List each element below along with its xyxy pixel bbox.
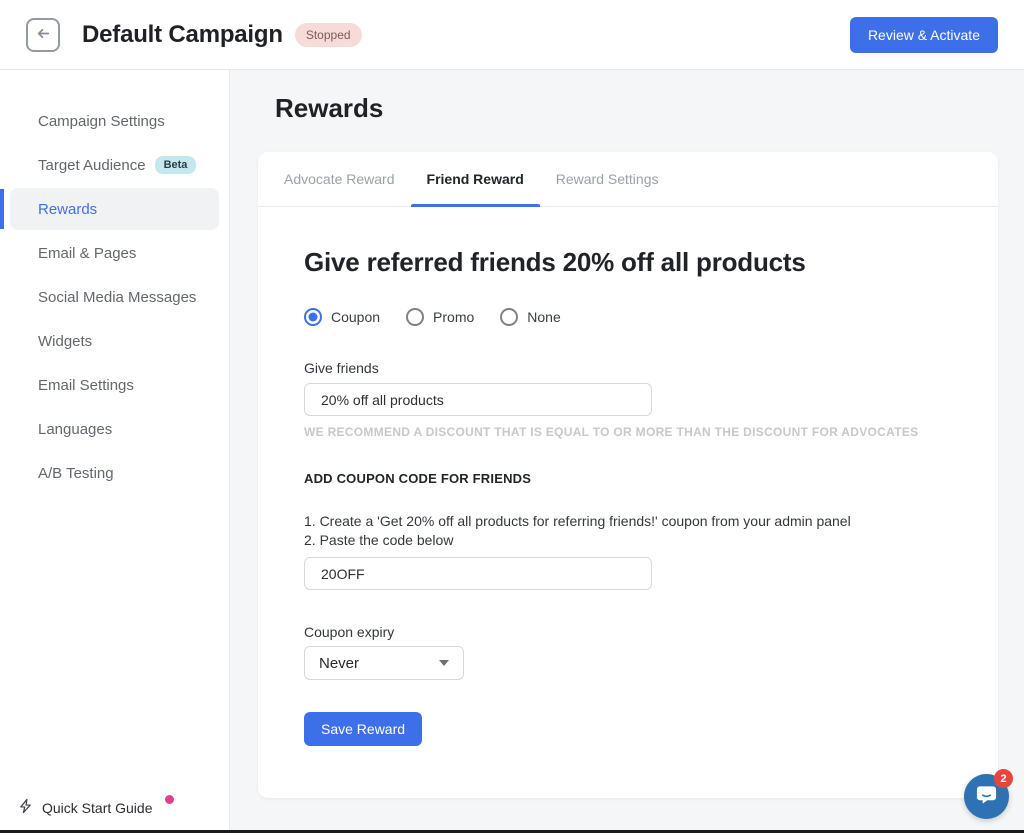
sidebar-nav: Campaign Settings Target Audience Beta R…	[0, 70, 229, 494]
sidebar-item-campaign-settings[interactable]: Campaign Settings	[10, 100, 219, 142]
tab-advocate-reward[interactable]: Advocate Reward	[268, 152, 411, 206]
tab-label: Advocate Reward	[284, 171, 395, 187]
friend-reward-form: Give referred friends 20% off all produc…	[258, 247, 998, 746]
caret-down-icon	[439, 660, 449, 666]
discount-hint: WE RECOMMEND A DISCOUNT THAT IS EQUAL TO…	[304, 425, 952, 439]
tab-friend-reward[interactable]: Friend Reward	[411, 152, 540, 206]
sidebar: Campaign Settings Target Audience Beta R…	[0, 70, 230, 830]
review-activate-button[interactable]: Review & Activate	[850, 17, 998, 53]
radio-label: None	[527, 309, 560, 325]
active-item-indicator	[0, 189, 4, 229]
quick-start-guide-link[interactable]: Quick Start Guide	[18, 798, 174, 817]
coupon-instructions: 1. Create a 'Get 20% off all products fo…	[304, 512, 952, 550]
sidebar-item-label: Widgets	[38, 333, 92, 350]
tab-reward-settings[interactable]: Reward Settings	[540, 152, 675, 206]
sidebar-item-email-settings[interactable]: Email Settings	[10, 364, 219, 406]
beta-badge: Beta	[155, 156, 197, 174]
notification-dot	[165, 795, 174, 804]
give-friends-label: Give friends	[304, 360, 952, 376]
radio-option-promo[interactable]: Promo	[406, 308, 474, 326]
coupon-expiry-label: Coupon expiry	[304, 624, 952, 640]
page-title: Rewards	[275, 93, 1024, 124]
radio-label: Promo	[433, 309, 474, 325]
sidebar-item-label: A/B Testing	[38, 465, 114, 482]
radio-option-coupon[interactable]: Coupon	[304, 308, 380, 326]
main-content: Rewards Advocate Reward Friend Reward Re…	[230, 70, 1024, 830]
sidebar-item-label: Social Media Messages	[38, 289, 196, 306]
give-friends-input[interactable]	[304, 383, 652, 416]
sidebar-item-label: Email & Pages	[38, 245, 136, 262]
back-button[interactable]	[26, 18, 60, 52]
coupon-expiry-value: Never	[319, 655, 359, 672]
lightning-bolt-icon	[18, 798, 33, 817]
tab-label: Reward Settings	[556, 171, 659, 187]
radio-none[interactable]	[500, 308, 518, 326]
status-badge: Stopped	[295, 23, 362, 47]
radio-option-none[interactable]: None	[500, 308, 560, 326]
form-heading: Give referred friends 20% off all produc…	[304, 247, 952, 278]
reward-type-radio-group: Coupon Promo None	[304, 308, 952, 326]
radio-label: Coupon	[331, 309, 380, 325]
tab-bar: Advocate Reward Friend Reward Reward Set…	[258, 152, 998, 207]
sidebar-item-languages[interactable]: Languages	[10, 408, 219, 450]
app-header: Default Campaign Stopped Review & Activa…	[0, 0, 1024, 70]
coupon-step-2: 2. Paste the code below	[304, 531, 952, 550]
radio-coupon-selected[interactable]	[304, 308, 322, 326]
sidebar-item-label: Languages	[38, 421, 112, 438]
coupon-section-heading: ADD COUPON CODE FOR FRIENDS	[304, 471, 952, 486]
quick-start-guide-label: Quick Start Guide	[42, 800, 153, 816]
sidebar-item-email-pages[interactable]: Email & Pages	[10, 232, 219, 274]
sidebar-item-ab-testing[interactable]: A/B Testing	[10, 452, 219, 494]
sidebar-item-label: Target Audience	[38, 157, 146, 174]
chat-unread-badge: 2	[994, 769, 1013, 788]
chat-bubble-icon	[975, 783, 998, 811]
coupon-step-1: 1. Create a 'Get 20% off all products fo…	[304, 512, 952, 531]
rewards-card: Advocate Reward Friend Reward Reward Set…	[258, 152, 998, 798]
sidebar-item-social-media-messages[interactable]: Social Media Messages	[10, 276, 219, 318]
radio-promo[interactable]	[406, 308, 424, 326]
save-reward-button[interactable]: Save Reward	[304, 712, 422, 746]
active-tab-underline	[411, 204, 540, 207]
sidebar-item-label: Campaign Settings	[38, 113, 165, 130]
sidebar-item-rewards[interactable]: Rewards	[10, 188, 219, 230]
sidebar-item-target-audience[interactable]: Target Audience Beta	[10, 144, 219, 186]
sidebar-item-label: Rewards	[38, 201, 97, 218]
sidebar-item-label: Email Settings	[38, 377, 134, 394]
sidebar-item-widgets[interactable]: Widgets	[10, 320, 219, 362]
chat-launcher-button[interactable]: 2	[964, 774, 1009, 819]
coupon-expiry-select[interactable]: Never	[304, 646, 464, 680]
tab-label: Friend Reward	[427, 171, 524, 187]
campaign-title: Default Campaign	[82, 21, 283, 49]
arrow-left-icon	[35, 25, 52, 45]
radio-dot	[309, 313, 318, 322]
coupon-code-input[interactable]	[304, 557, 652, 590]
